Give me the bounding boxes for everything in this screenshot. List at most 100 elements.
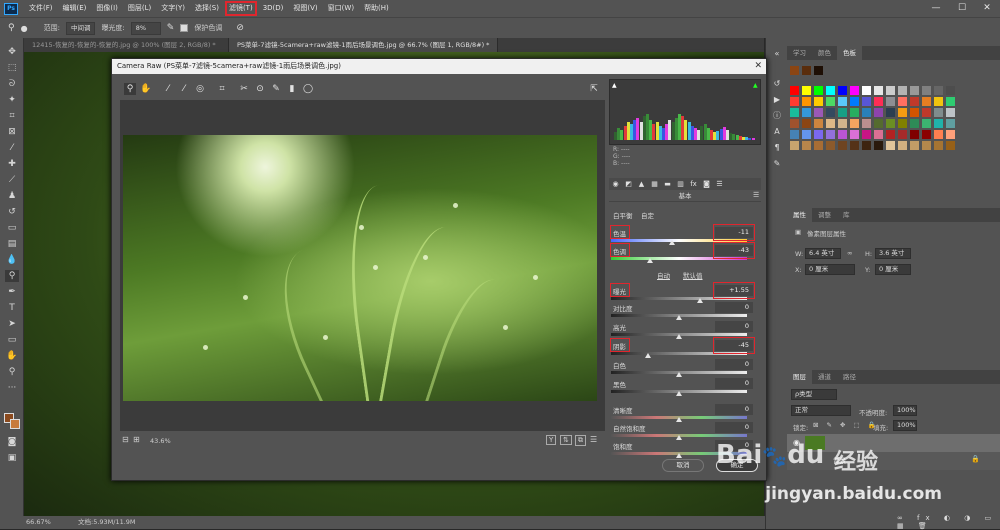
color-swatch[interactable] [886, 86, 895, 95]
collapse-panels-icon[interactable]: « [771, 48, 783, 60]
tab-layers[interactable]: 图层 [787, 370, 812, 384]
color-swatch[interactable] [874, 108, 883, 117]
color-swatch[interactable] [826, 130, 835, 139]
slider-thumb[interactable] [668, 240, 675, 245]
recent-swatch[interactable] [814, 66, 823, 75]
color-swatch[interactable] [862, 86, 871, 95]
crop-tool-icon[interactable]: ⌗ [216, 83, 228, 95]
tab-basic-icon[interactable]: ◉ [611, 180, 620, 188]
link-icon[interactable]: ∞ [847, 249, 852, 257]
cancel-button[interactable]: 取消 [662, 459, 704, 472]
quick-mask-icon[interactable]: ◙ [5, 436, 19, 448]
color-swatch[interactable] [934, 141, 943, 150]
gradient-tool-icon[interactable]: ▤ [5, 238, 19, 250]
color-swatch[interactable] [814, 119, 823, 128]
color-swatch[interactable] [838, 141, 847, 150]
menu-view[interactable]: 视图(V) [288, 0, 322, 17]
preview-image[interactable] [123, 135, 597, 401]
healing-brush-tool-icon[interactable]: ✚ [5, 158, 19, 170]
tab-detail-icon[interactable]: ▲ [637, 180, 646, 188]
color-swatch[interactable] [946, 119, 955, 128]
color-swatch[interactable] [814, 86, 823, 95]
tab-channels[interactable]: 通道 [812, 370, 837, 384]
dodge-tool-icon[interactable]: ⚲ [5, 270, 19, 282]
color-swatch[interactable] [886, 97, 895, 106]
width-input[interactable]: 6.4 英寸 [805, 248, 841, 259]
slider-value-input[interactable]: 0 [715, 359, 753, 370]
before-after-y-icon[interactable]: Y [546, 435, 557, 445]
slider-thumb[interactable] [645, 353, 652, 358]
color-swatch[interactable] [802, 97, 811, 106]
tab-learn[interactable]: 学习 [787, 46, 812, 60]
color-swatch[interactable] [814, 130, 823, 139]
color-swatch[interactable] [898, 130, 907, 139]
highlight-clip-icon[interactable]: ▲ [753, 82, 758, 89]
frame-tool-icon[interactable]: ⊠ [5, 126, 19, 138]
slider-thumb[interactable] [676, 453, 682, 458]
quick-select-tool-icon[interactable]: ✦ [5, 94, 19, 106]
color-swatch[interactable] [838, 119, 847, 128]
color-swatch[interactable] [814, 108, 823, 117]
copy-settings-icon[interactable]: ⧉ [575, 435, 586, 446]
color-swatch[interactable] [850, 108, 859, 117]
color-swatch[interactable] [826, 97, 835, 106]
color-swatch[interactable] [790, 108, 799, 117]
color-swatch[interactable] [886, 119, 895, 128]
slider-value-input[interactable]: 0 [715, 302, 753, 313]
color-swatch[interactable] [946, 97, 955, 106]
menu-type[interactable]: 文字(Y) [156, 0, 190, 17]
graduated-filter-icon[interactable]: ▮ [286, 83, 298, 95]
history-panel-icon[interactable]: ↺ [771, 78, 783, 90]
default-link[interactable]: 默认值 [683, 270, 703, 280]
color-swatch[interactable] [910, 119, 919, 128]
actions-panel-icon[interactable]: ▶ [771, 94, 783, 106]
color-swatch[interactable] [934, 130, 943, 139]
tab-libraries[interactable]: 库 [837, 208, 856, 222]
color-swatch[interactable] [802, 86, 811, 95]
info-panel-icon[interactable]: ⓘ [771, 110, 783, 122]
tab-paths[interactable]: 路径 [837, 370, 862, 384]
dialog-close-icon[interactable]: ✕ [754, 59, 762, 74]
color-swatch[interactable] [802, 141, 811, 150]
airbrush-icon[interactable]: ✎ [167, 23, 175, 33]
brush-tool-icon[interactable]: ⟋ [5, 174, 19, 186]
color-sampler-tool-icon[interactable]: ⁄ [178, 83, 190, 95]
layer-filter-select[interactable]: ρ类型 [791, 389, 837, 400]
blur-tool-icon[interactable]: 💧 [5, 254, 19, 266]
adjustment-brush-icon[interactable]: ✎ [270, 83, 282, 95]
menu-help[interactable]: 帮助(H) [359, 0, 394, 17]
menu-edit[interactable]: 编辑(E) [58, 0, 92, 17]
move-tool-icon[interactable]: ✥ [5, 46, 19, 58]
recent-swatch[interactable] [790, 66, 799, 75]
tab-color[interactable]: 颜色 [812, 46, 837, 60]
color-swatch[interactable] [874, 97, 883, 106]
status-zoom[interactable]: 66.67% [26, 516, 51, 529]
slider-value-input[interactable]: 0 [715, 422, 753, 433]
color-swatch[interactable] [898, 97, 907, 106]
color-swatch[interactable] [874, 141, 883, 150]
crop-tool-icon[interactable]: ⌗ [5, 110, 19, 122]
history-brush-tool-icon[interactable]: ↺ [5, 206, 19, 218]
x-input[interactable]: 0 厘米 [805, 264, 855, 275]
color-swatch[interactable] [850, 130, 859, 139]
range-select[interactable]: 中间调 [65, 21, 96, 35]
height-input[interactable]: 3.6 英寸 [875, 248, 911, 259]
close-icon[interactable]: ✕ [975, 0, 999, 17]
path-select-tool-icon[interactable]: ➤ [5, 318, 19, 330]
blend-mode-select[interactable]: 正常 [791, 405, 851, 416]
brush-panel-icon[interactable]: ✎ [771, 158, 783, 170]
color-swatch[interactable] [898, 141, 907, 150]
color-swatch[interactable] [946, 108, 955, 117]
tab-hsl-icon[interactable]: ▦ [650, 180, 659, 188]
minimize-icon[interactable]: — [924, 0, 948, 17]
spot-removal-tool-icon[interactable]: ✂ [238, 83, 250, 95]
color-swatch[interactable] [790, 97, 799, 106]
color-swatch[interactable] [814, 141, 823, 150]
slider-value-input[interactable]: 0 [715, 378, 753, 389]
recent-swatch[interactable] [802, 66, 811, 75]
swap-icon[interactable]: ⇅ [560, 435, 572, 445]
tab-tone-curve-icon[interactable]: ◩ [624, 180, 633, 188]
more-tools-icon[interactable]: ··· [5, 382, 19, 394]
color-swatch[interactable] [910, 86, 919, 95]
slider-thumb[interactable] [676, 334, 682, 339]
